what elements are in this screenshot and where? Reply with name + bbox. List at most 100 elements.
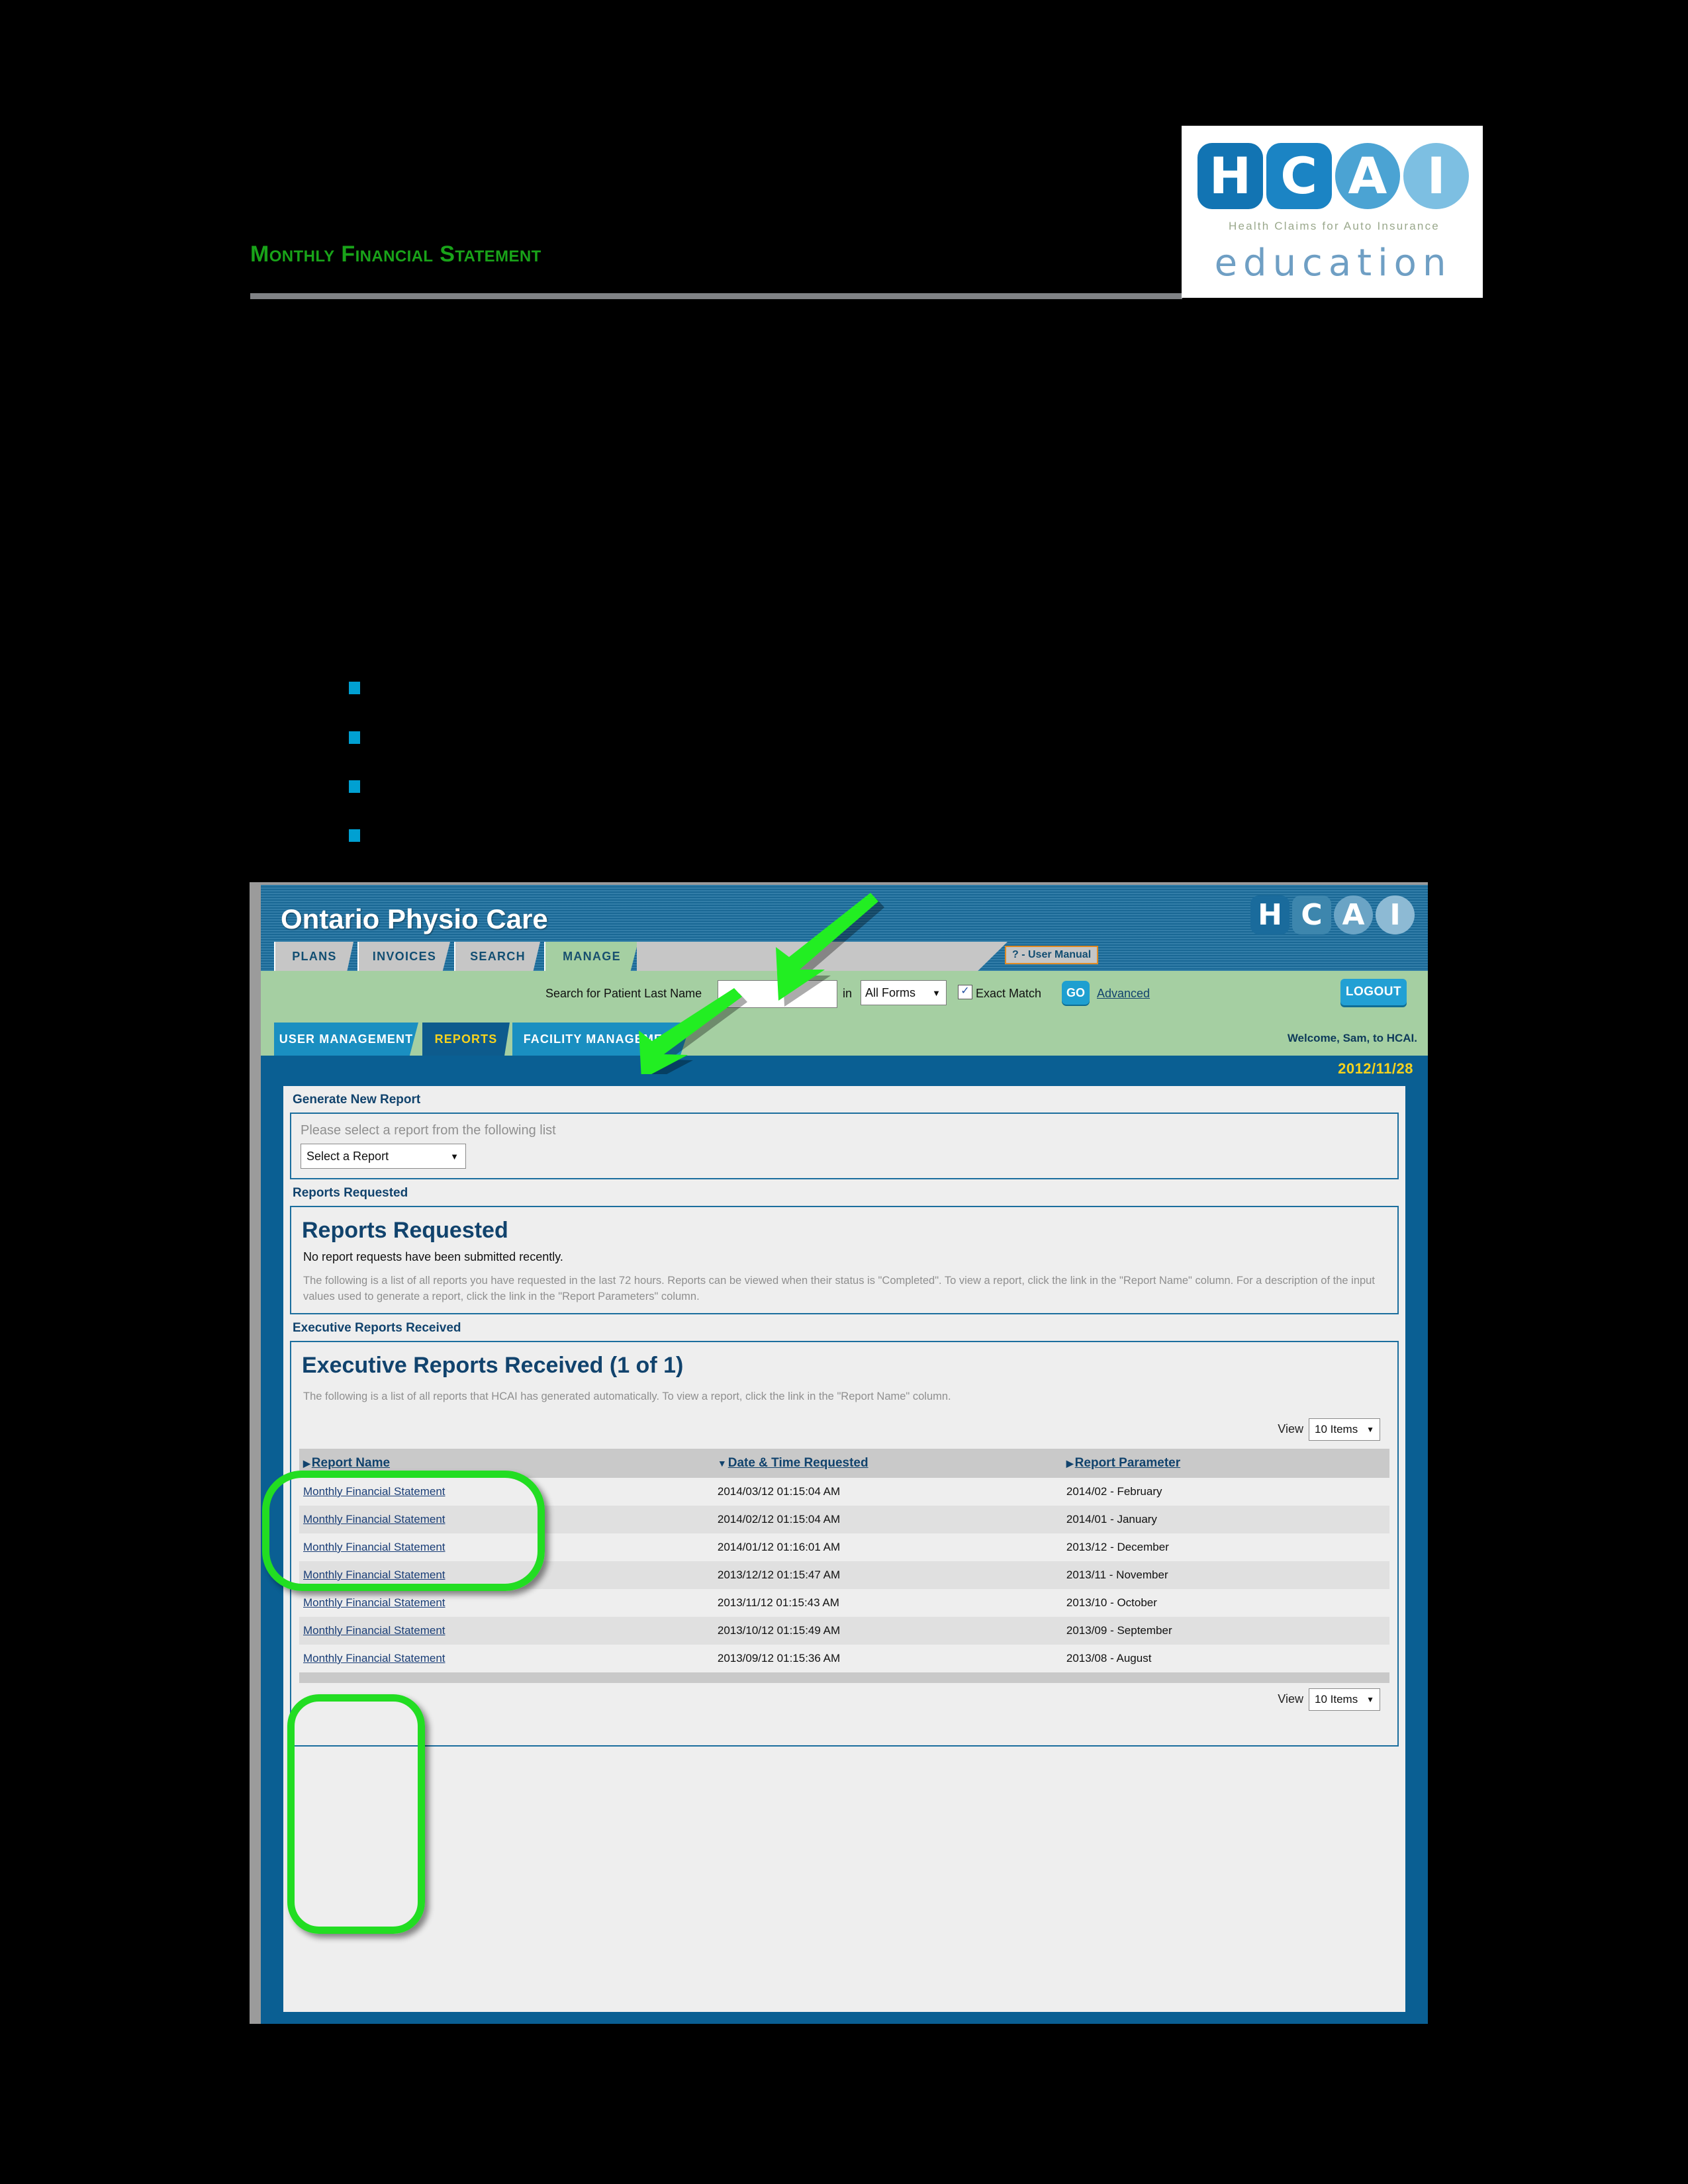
cell-report-name: Monthly Financial Statement: [299, 1533, 714, 1561]
cell-parameter: 2014/02 - February: [1062, 1477, 1389, 1506]
report-type-select[interactable]: Select a Report ▼: [301, 1144, 466, 1169]
column-label-parameter: Report Parameter: [1074, 1455, 1181, 1470]
column-label-report-name: Report Name: [311, 1455, 391, 1470]
cell-report-name: Monthly Financial Statement: [299, 1505, 714, 1533]
list-bullet-icon: [349, 731, 360, 744]
view-control-bottom: View 10 Items ▼: [291, 1683, 1397, 1715]
chevron-down-icon: ▼: [450, 1151, 459, 1161]
application-screenshot: Ontario Physio Care H C A I PLANS INVOIC…: [250, 882, 1428, 2024]
header-logo-h-icon: H: [1250, 895, 1289, 934]
tab-plans[interactable]: PLANS: [274, 942, 353, 971]
logo-letter-i-icon: I: [1403, 143, 1469, 209]
subtab-user-management[interactable]: USER MANAGEMENT: [274, 1023, 418, 1056]
tab-invoices[interactable]: INVOICES: [357, 942, 450, 971]
reports-requested-box: Reports Requested No report requests hav…: [290, 1206, 1399, 1314]
date-bar: 2012/11/28: [261, 1056, 1428, 1083]
page-size-select-bottom[interactable]: 10 Items ▼: [1309, 1688, 1380, 1711]
page-size-value-top: 10 Items: [1315, 1422, 1358, 1435]
chevron-down-icon: ▼: [932, 987, 941, 998]
search-input[interactable]: [718, 980, 837, 1008]
cell-datetime: 2014/01/12 01:16:01 AM: [713, 1533, 1062, 1561]
requested-heading: Reports Requested: [302, 1218, 508, 1243]
report-name-link[interactable]: Monthly Financial Statement: [303, 1624, 445, 1637]
forms-select[interactable]: All Forms ▼: [861, 980, 947, 1005]
exact-match-checkbox[interactable]: ✓: [958, 985, 972, 999]
report-name-link[interactable]: Monthly Financial Statement: [303, 1569, 445, 1581]
page-size-select-top[interactable]: 10 Items ▼: [1309, 1418, 1380, 1441]
requested-empty-message: No report requests have been submitted r…: [303, 1250, 563, 1263]
list-bullet-icon: [349, 682, 360, 694]
executive-section-label: Executive Reports Received: [293, 1320, 461, 1335]
tab-search[interactable]: SEARCH: [454, 942, 540, 971]
executive-reports-table: ▶ Report Name ▼ Date & Time Requested ▶ Rep…: [299, 1448, 1389, 1672]
browser-viewport: Ontario Physio Care H C A I PLANS INVOIC…: [261, 885, 1428, 2024]
hcai-logo-letters: H C A I: [1197, 139, 1469, 213]
report-name-link[interactable]: Monthly Financial Statement: [303, 1596, 445, 1609]
cell-parameter: 2013/08 - August: [1062, 1644, 1389, 1672]
sub-tab-bar: USER MANAGEMENT REPORTS FACILITY MANAGEM…: [261, 1017, 1428, 1056]
facility-name: Ontario Physio Care: [281, 903, 548, 934]
tab-filler: [637, 942, 1008, 971]
subtab-facility-management[interactable]: FACILITY MANAGEMENT: [512, 1023, 691, 1056]
list-bullet-icon: [349, 829, 360, 842]
cell-datetime: 2013/11/12 01:15:43 AM: [713, 1588, 1062, 1617]
logo-letter-h-icon: H: [1197, 143, 1263, 209]
tab-manage[interactable]: MANAGE: [544, 942, 638, 971]
header-logo-c-icon: C: [1292, 895, 1331, 934]
executive-heading: Executive Reports Received (1 of 1): [302, 1352, 684, 1378]
view-label-bottom: View: [1278, 1692, 1303, 1706]
table-row: Monthly Financial Statement 2013/10/12 01…: [299, 1616, 1389, 1645]
forms-select-value: All Forms: [865, 985, 915, 999]
generate-section-label: Generate New Report: [293, 1093, 421, 1107]
logo-letter-a-icon: A: [1335, 143, 1401, 209]
report-type-value: Select a Report: [306, 1149, 389, 1163]
executive-description: The following is a list of all reports t…: [303, 1390, 951, 1402]
subtab-reports[interactable]: REPORTS: [422, 1023, 510, 1056]
main-tab-bar: PLANS INVOICES SEARCH MANAGE ? - User Ma…: [261, 942, 1428, 971]
app-header: Ontario Physio Care H C A I PLANS INVOIC…: [261, 885, 1428, 971]
search-label: Search for Patient Last Name: [545, 987, 702, 1000]
cell-parameter: 2014/01 - January: [1062, 1505, 1389, 1533]
report-name-link[interactable]: Monthly Financial Statement: [303, 1513, 445, 1525]
exact-match-label: Exact Match: [976, 987, 1042, 1000]
header-logo-a-icon: A: [1334, 895, 1373, 934]
page-body: 2012/11/28 Generate New Report Please se…: [261, 1056, 1428, 2024]
logout-button[interactable]: LOGOUT: [1340, 979, 1407, 1005]
title-divider: [250, 293, 1182, 299]
logo-wordmark: education: [1214, 242, 1452, 285]
report-name-link[interactable]: Monthly Financial Statement: [303, 1652, 445, 1664]
chevron-down-icon: ▼: [1366, 1424, 1374, 1434]
advanced-search-link[interactable]: Advanced: [1097, 987, 1150, 1001]
header-logo-i-icon: I: [1376, 895, 1415, 934]
table-row: Monthly Financial Statement 2014/01/12 01…: [299, 1533, 1389, 1561]
cell-report-name: Monthly Financial Statement: [299, 1644, 714, 1672]
table-footer-strip: [299, 1672, 1389, 1683]
table-row: Monthly Financial Statement 2013/12/12 01…: [299, 1561, 1389, 1589]
logo-tagline: Health Claims for Auto Insurance: [1229, 220, 1440, 232]
cell-datetime: 2013/12/12 01:15:47 AM: [713, 1561, 1062, 1589]
table-row: Monthly Financial Statement 2014/03/12 01…: [299, 1477, 1389, 1506]
column-header-report-name[interactable]: ▶ Report Name: [299, 1448, 714, 1478]
go-button[interactable]: GO: [1062, 981, 1090, 1005]
welcome-message: Welcome, Sam, to HCAI.: [1287, 1032, 1417, 1044]
sort-indicator-icon: ▶: [1066, 1457, 1074, 1469]
sort-indicator-icon: ▶: [303, 1457, 310, 1469]
search-in-label: in: [843, 987, 853, 1000]
generate-report-box: Please select a report from the followin…: [290, 1113, 1399, 1179]
cell-parameter: 2013/12 - December: [1062, 1533, 1389, 1561]
column-header-parameter[interactable]: ▶ Report Parameter: [1062, 1448, 1389, 1478]
user-manual-link[interactable]: ? - User Manual: [1005, 946, 1099, 964]
list-bullet-icon: [349, 780, 360, 793]
cell-datetime: 2013/09/12 01:15:36 AM: [713, 1644, 1062, 1672]
view-control-top: View 10 Items ▼: [291, 1413, 1397, 1445]
cell-report-name: Monthly Financial Statement: [299, 1616, 714, 1645]
report-name-link[interactable]: Monthly Financial Statement: [303, 1485, 445, 1498]
document-page: Monthly Financial Statement H C A I Heal…: [0, 0, 1688, 2184]
cell-datetime: 2014/02/12 01:15:04 AM: [713, 1505, 1062, 1533]
generate-instruction: Please select a report from the followin…: [301, 1123, 556, 1138]
report-name-link[interactable]: Monthly Financial Statement: [303, 1541, 445, 1553]
search-bar: Search for Patient Last Name in All Form…: [261, 971, 1428, 1017]
requested-description: The following is a list of all reports y…: [303, 1275, 1375, 1302]
cell-parameter: 2013/11 - November: [1062, 1561, 1389, 1589]
column-header-datetime[interactable]: ▼ Date & Time Requested: [713, 1448, 1062, 1478]
